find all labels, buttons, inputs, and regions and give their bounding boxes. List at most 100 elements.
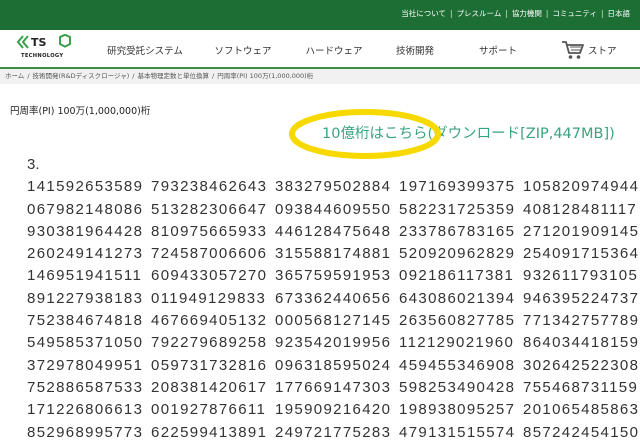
pi-digit-group: 146951941511	[27, 267, 143, 285]
utility-separator: |	[450, 9, 453, 18]
nav-item-rnd[interactable]: 技術開発	[396, 46, 434, 58]
pi-digit-group: 177669147303	[275, 378, 392, 396]
breadcrumb-separator: /	[132, 72, 135, 80]
nav-item-store[interactable]: ストア	[561, 39, 623, 61]
nav-item-contract-research[interactable]: 研究受託システム	[107, 46, 183, 58]
site-header: TS TECHNOLOGY 研究受託システム ソフトウェア ハードウェア 技術開…	[0, 30, 640, 67]
pi-digit-group: 467669405132	[151, 312, 268, 330]
site-logo[interactable]: TS TECHNOLOGY	[16, 34, 76, 64]
pi-digit-row: 372978049951 059731732816 096318595024 4594…	[27, 355, 640, 377]
store-label: ストア	[588, 46, 617, 57]
pi-digit-group: 096318595024	[275, 356, 392, 374]
page-title: 円周率(PI) 100万(1,000,000)桁	[10, 106, 151, 117]
pi-digit-group: 001927876611	[151, 401, 267, 419]
pi-digit-group: 315588174881	[275, 245, 392, 263]
pi-digit-group: 254091715364	[523, 245, 640, 263]
pi-digit-group: 622599413891	[151, 423, 268, 440]
pi-digit-group: 260249141273	[27, 245, 144, 263]
pi-digit-group: 408128481117	[523, 200, 638, 218]
pi-digit-group: 271201909145	[523, 222, 640, 240]
nav-item-software[interactable]: ソフトウェア	[214, 46, 271, 58]
pi-digit-group: 771342757789	[523, 312, 640, 330]
pi-digit-group: 249721775283	[275, 423, 392, 440]
pi-digit-group: 932611793105	[523, 267, 639, 285]
breadcrumb: ホーム / 技術開発(R&Dディスクロージャ) / 基本物理定数と単位換算 / 円周率(PI…	[0, 69, 640, 84]
pi-digit-row: 930381964428 810975665933 446128475648 2337…	[27, 221, 640, 243]
pi-digit-group: 372978049951	[27, 356, 144, 374]
pi-digit-group: 302642522308	[523, 356, 640, 374]
pi-digit-group: 233786783165	[399, 222, 516, 240]
pi-digit-group: 383279502884	[275, 178, 392, 196]
utility-link-community[interactable]: コミュニティ	[552, 9, 597, 18]
pi-digit-group: 792279689258	[151, 334, 268, 352]
pi-digit-group: 201065485863	[523, 401, 640, 419]
pi-digit-group: 195909216420	[275, 401, 392, 419]
download-link[interactable]: 10億桁はこちら(ダウンロード[ZIP,447MB])	[322, 125, 638, 143]
pi-digit-group: 263560827785	[399, 312, 516, 330]
logo-subtitle: TECHNOLOGY	[21, 53, 64, 59]
logo-name: TS	[31, 36, 47, 49]
pi-digit-row: 752886587533 208381420617 177669147303 5982…	[27, 377, 640, 399]
pi-digit-row: 141592653589 793238462643 383279502884 1971…	[27, 176, 640, 198]
pi-digit-group: 930381964428	[27, 222, 144, 240]
pi-digit-group: 582231725359	[399, 200, 516, 218]
pi-digit-group: 479131515574	[399, 423, 516, 440]
pi-digit-group: 141592653589	[27, 178, 144, 196]
pi-digit-group: 891227938183	[27, 289, 144, 307]
pi-digit-row: 171226806613 001927876611 195909216420 1989…	[27, 399, 640, 421]
utility-link-language[interactable]: 日本語	[608, 9, 631, 18]
pi-digit-group: 810975665933	[151, 222, 268, 240]
pi-digit-group: 365759591953	[275, 267, 392, 285]
pi-digit-row: 752384674818 467669405132 000568127145 2635…	[27, 310, 640, 332]
utility-link-about[interactable]: 当社について	[401, 9, 446, 18]
breadcrumb-home[interactable]: ホーム	[5, 72, 24, 80]
pi-digit-group: 513282306647	[151, 200, 268, 218]
nav-item-hardware[interactable]: ハードウェア	[305, 46, 362, 58]
pi-digit-group: 946395224737	[523, 289, 640, 307]
pi-digit-group: 857242454150	[523, 423, 640, 440]
pi-digit-group: 093844609550	[275, 200, 392, 218]
utility-links: 当社について | プレスルーム | 協力機関 | コミュニティ | 日本語	[401, 9, 630, 19]
pi-digit-group: 059731732816	[151, 356, 268, 374]
pi-digit-row: 260249141273 724587006606 315588174881 5209…	[27, 243, 640, 265]
pi-digit-group: 067982148086	[27, 200, 144, 218]
utility-link-pressroom[interactable]: プレスルーム	[457, 9, 502, 18]
pi-digit-group: 598253490428	[399, 378, 516, 396]
breadcrumb-constants[interactable]: 基本物理定数と単位換算	[137, 72, 209, 80]
breadcrumb-separator: /	[27, 72, 30, 80]
top-utility-bar: 当社について | プレスルーム | 協力機関 | コミュニティ | 日本語	[0, 0, 640, 30]
utility-link-partners[interactable]: 協力機関	[512, 9, 542, 18]
pi-digit-group: 011949129833	[151, 289, 267, 307]
pi-digit-group: 755468731159	[523, 378, 639, 396]
pi-digit-group: 171226806613	[27, 401, 144, 419]
pi-digits: 3. 141592653589 793238462643 383279502884 1…	[27, 154, 640, 440]
pi-digit-group: 793238462643	[151, 178, 268, 196]
breadcrumb-separator: /	[211, 72, 215, 80]
pi-digit-row: 067982148086 513282306647 093844609550 5822…	[27, 199, 640, 221]
pi-digit-group: 459455346908	[399, 356, 516, 374]
pi-digit-group: 208381420617	[151, 378, 268, 396]
pi-digit-group: 752384674818	[27, 312, 144, 330]
pi-digit-group: 752886587533	[27, 378, 144, 396]
pi-digit-row: 891227938183 011949129833 673362440656 6430…	[27, 288, 640, 310]
utility-separator: |	[545, 9, 549, 18]
pi-digit-group: 609433057270	[151, 267, 268, 285]
breadcrumb-rnd[interactable]: 技術開発(R&Dディスクロージャ)	[33, 72, 130, 80]
pi-digit-group: 673362440656	[275, 289, 392, 307]
pi-digit-group: 923542019956	[275, 334, 392, 352]
pi-digit-group: 105820974944	[523, 178, 640, 196]
nav-item-support[interactable]: サポート	[479, 46, 517, 58]
pi-digit-group: 446128475648	[275, 222, 392, 240]
pi-digit-group: 112129021960	[399, 334, 515, 352]
pi-digit-rows: 141592653589 793238462643 383279502884 1971…	[27, 176, 640, 440]
pi-digit-group: 549585371050	[27, 334, 144, 352]
pi-digit-group: 643086021394	[399, 289, 516, 307]
pi-digit-group: 520920962829	[399, 245, 516, 263]
pi-digit-group: 724587006606	[151, 245, 268, 263]
pi-digit-group: 092186117381	[399, 267, 515, 285]
page: 当社について | プレスルーム | 協力機関 | コミュニティ | 日本語 TS TECHNOL…	[0, 0, 640, 440]
pi-digit-group: 197169399375	[399, 178, 516, 196]
pi-digit-row: 146951941511 609433057270 365759591953 0921…	[27, 265, 640, 287]
pi-digit-group: 864034418159	[523, 334, 640, 352]
pi-digit-group: 198938095257	[399, 401, 516, 419]
